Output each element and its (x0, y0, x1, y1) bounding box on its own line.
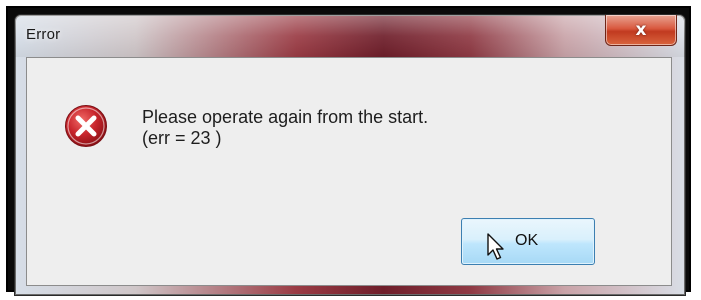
dialog-body: Please operate again from the start. (er… (26, 57, 672, 286)
title-bar[interactable]: Error x (15, 15, 685, 57)
ok-button-label: OK (515, 232, 539, 249)
error-message: Please operate again from the start. (er… (142, 107, 428, 149)
mouse-pointer-icon (487, 233, 504, 260)
window-title: Error (26, 26, 61, 43)
error-icon (65, 105, 107, 147)
message-line-2: (err = 23 ) (142, 128, 222, 148)
ok-button[interactable]: OK (461, 218, 595, 265)
error-dialog: Error x Please operate again from the st… (14, 14, 686, 296)
message-line-1: Please operate again from the start. (142, 107, 429, 127)
close-icon: x (635, 19, 647, 40)
close-button[interactable]: x (605, 15, 677, 46)
